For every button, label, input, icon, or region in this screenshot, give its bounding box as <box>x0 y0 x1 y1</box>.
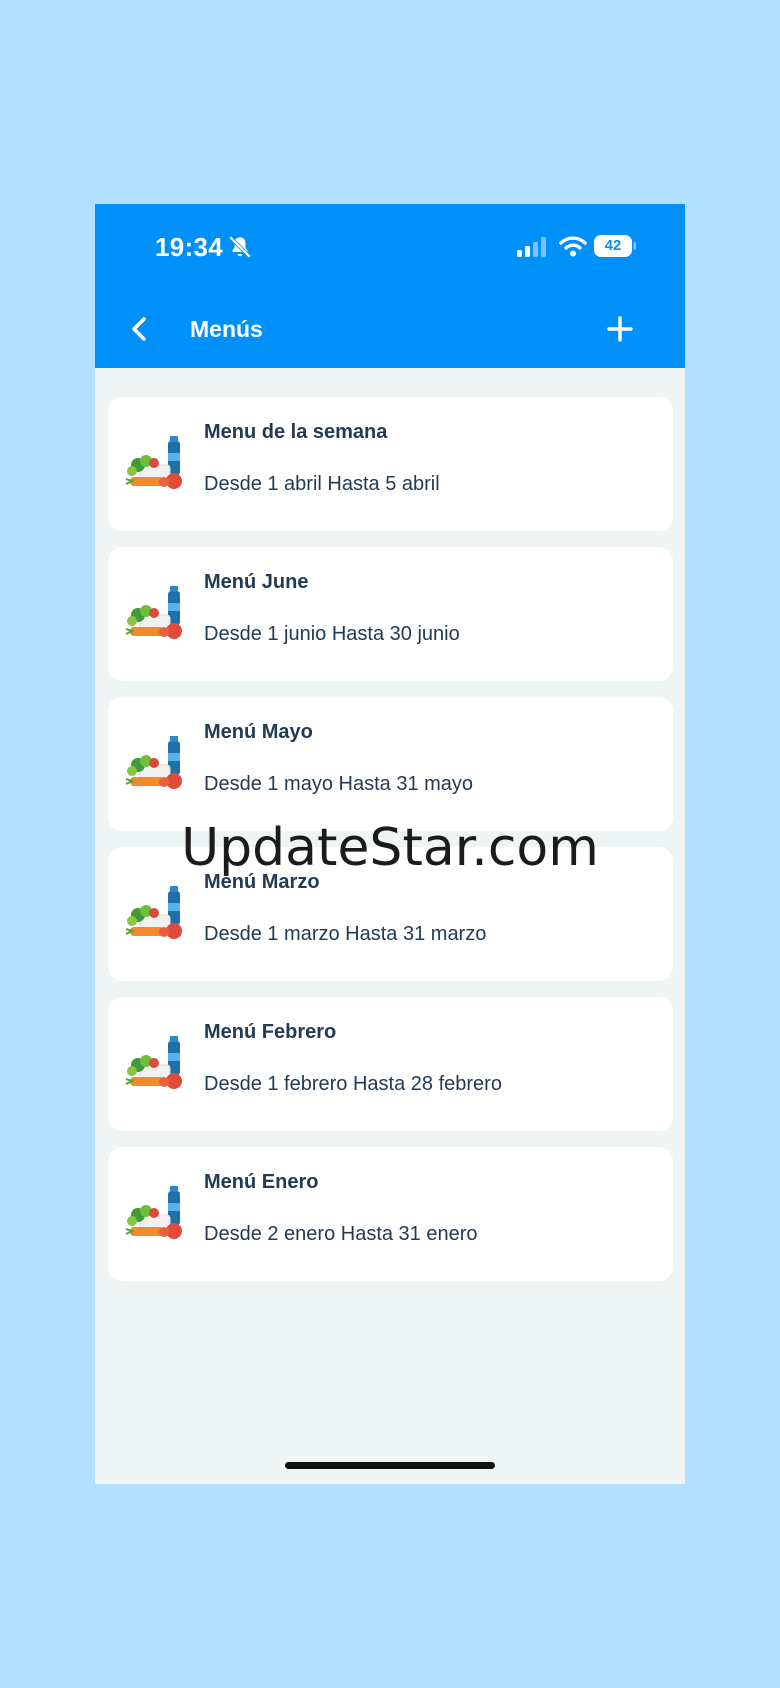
food-basket-icon <box>125 886 182 939</box>
add-plus-icon[interactable] <box>605 314 635 344</box>
back-chevron-icon[interactable] <box>127 314 151 344</box>
food-basket-icon <box>125 586 182 639</box>
menu-title: Menú Enero <box>204 1171 319 1193</box>
home-indicator[interactable] <box>285 1462 495 1469</box>
menu-title: Menú Mayo <box>204 721 313 743</box>
menu-date-range: Desde 1 marzo Hasta 31 marzo <box>204 923 487 945</box>
menu-card[interactable]: Menu de la semana Desde 1 abril Hasta 5 … <box>108 397 673 531</box>
wifi-icon <box>559 236 587 257</box>
food-basket-icon <box>125 1186 182 1239</box>
menu-date-range: Desde 1 mayo Hasta 31 mayo <box>204 773 474 795</box>
menu-date-range: Desde 1 febrero Hasta 28 febrero <box>204 1073 502 1095</box>
menu-card[interactable]: Menú June Desde 1 junio Hasta 30 junio <box>108 547 673 681</box>
watermark: UpdateStar.com <box>181 818 599 878</box>
food-basket-icon <box>125 436 182 489</box>
status-time: 19:34 <box>155 232 223 262</box>
menu-date-range: Desde 1 junio Hasta 30 junio <box>204 623 460 645</box>
menu-title: Menu de la semana <box>204 421 388 443</box>
signal-icon <box>517 237 546 257</box>
menu-card[interactable]: Menú Enero Desde 2 enero Hasta 31 enero <box>108 1147 673 1281</box>
food-basket-icon <box>125 1036 182 1089</box>
app-bar: 19:34 42 Menús <box>95 204 685 368</box>
menu-date-range: Desde 2 enero Hasta 31 enero <box>204 1223 478 1245</box>
menu-title: Menú June <box>204 571 309 593</box>
menu-title: Menú Febrero <box>204 1021 337 1043</box>
menu-card[interactable]: Menú Mayo Desde 1 mayo Hasta 31 mayo <box>108 697 673 831</box>
bell-slash-icon <box>228 235 252 259</box>
food-basket-icon <box>125 736 182 789</box>
menu-card[interactable]: Menú Febrero Desde 1 febrero Hasta 28 fe… <box>108 997 673 1131</box>
battery-level: 42 <box>604 237 622 254</box>
menu-date-range: Desde 1 abril Hasta 5 abril <box>204 473 440 495</box>
page-title: Menús <box>190 316 263 342</box>
